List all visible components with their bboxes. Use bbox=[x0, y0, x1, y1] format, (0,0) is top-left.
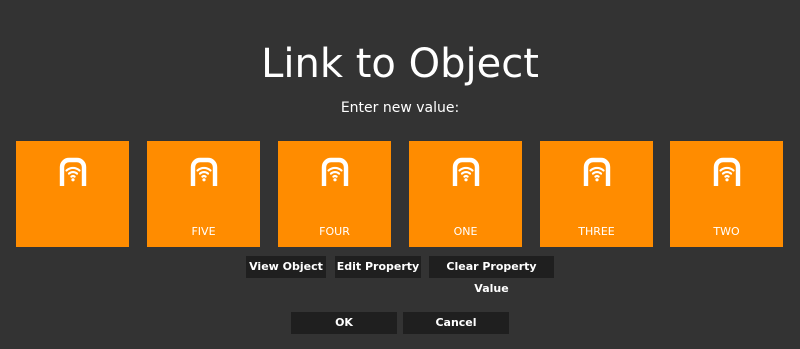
cancel-button[interactable]: Cancel bbox=[403, 312, 509, 334]
dialog-footer: OK Cancel bbox=[0, 312, 800, 334]
object-link-icon bbox=[190, 157, 217, 186]
action-bar: View Object Edit Property Clear Property… bbox=[0, 256, 800, 295]
edit-property-button[interactable]: Edit Property bbox=[335, 256, 421, 278]
object-link-icon bbox=[452, 157, 479, 186]
object-tile-label: FIVE bbox=[191, 225, 216, 238]
object-tile-two[interactable]: TWO bbox=[670, 141, 783, 247]
object-tile[interactable] bbox=[16, 141, 129, 247]
clear-property-value-button[interactable]: Clear Property Value bbox=[429, 256, 554, 295]
object-tile-label: THREE bbox=[578, 225, 615, 238]
object-link-icon bbox=[583, 157, 610, 186]
object-tile-label: ONE bbox=[453, 225, 478, 238]
object-tile-one[interactable]: ONE bbox=[409, 141, 522, 247]
object-tile-label: FOUR bbox=[319, 225, 350, 238]
object-link-icon bbox=[321, 157, 348, 186]
object-link-icon bbox=[59, 157, 86, 186]
object-tile-label: TWO bbox=[713, 225, 740, 238]
object-link-icon bbox=[713, 157, 740, 186]
object-tile-five[interactable]: FIVE bbox=[147, 141, 260, 247]
view-object-button[interactable]: View Object bbox=[246, 256, 326, 278]
dialog-prompt: Enter new value: bbox=[340, 100, 460, 116]
ok-button[interactable]: OK bbox=[291, 312, 397, 334]
object-tile-four[interactable]: FOUR bbox=[278, 141, 391, 247]
object-tile-three[interactable]: THREE bbox=[540, 141, 653, 247]
dialog-title: Link to Object bbox=[261, 41, 539, 87]
